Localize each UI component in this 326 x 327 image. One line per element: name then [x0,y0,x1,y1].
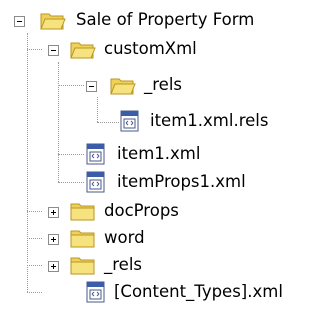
folder-open-icon [40,13,66,30]
tree-node-word[interactable]: word [0,225,326,251]
expand-toggle[interactable] [48,261,59,272]
tree-node-label: item1.xml [117,144,201,163]
folder-closed-icon [70,203,95,221]
collapse-toggle[interactable] [86,81,97,92]
tree-node-label: itemProps1.xml [117,172,246,191]
collapse-toggle[interactable] [14,16,25,27]
tree-node-docprops[interactable]: docProps [0,198,326,224]
tree-node-label: [Content_Types].xml [114,282,283,301]
tree-node-label: word [104,228,145,247]
tree-node-sale-of-property-form[interactable]: Sale of Property Form [0,7,326,33]
expand-toggle[interactable] [48,234,59,245]
expand-toggle[interactable] [48,207,59,218]
folder-open-icon [70,42,96,59]
tree-node-customxml[interactable]: customXml [0,36,326,62]
tree-node-label: customXml [104,39,197,58]
tree-node-label: _rels [104,255,143,274]
xml-file-icon [86,281,105,303]
xml-file-icon [120,110,139,132]
tree-node-label: docProps [104,201,179,220]
tree-node-content-types-xml[interactable]: [Content_Types].xml [0,279,326,305]
tree-node-label: item1.xml.rels [150,111,269,130]
file-tree: Sale of Property Form customXml _rels it… [0,0,326,327]
folder-closed-icon [70,230,95,248]
collapse-toggle[interactable] [48,45,59,56]
tree-node-itemprops1-xml[interactable]: itemProps1.xml [0,169,326,195]
xml-file-icon [86,171,105,193]
tree-node-item1-xml-rels[interactable]: item1.xml.rels [0,108,326,134]
tree-node-customxml-rels[interactable]: _rels [0,72,326,98]
tree-node-label: _rels [144,75,183,94]
tree-node-item1-xml[interactable]: item1.xml [0,141,326,167]
folder-open-icon [110,78,136,95]
folder-closed-icon [70,257,95,275]
tree-node-label: Sale of Property Form [76,10,255,29]
xml-file-icon [86,143,105,165]
tree-node-rels[interactable]: _rels [0,252,326,278]
